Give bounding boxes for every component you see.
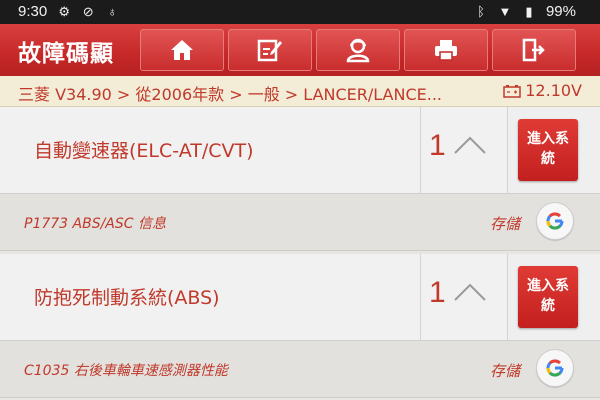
edit-report-icon (257, 39, 282, 62)
battery-icon: ▮ (525, 3, 533, 19)
breadcrumb: 三菱 V34.90 > 從2006年款 > 一般 > LANCER/LANCE.… (0, 76, 600, 107)
google-search-button[interactable] (536, 202, 574, 240)
dtc-code: C1035 右後車輪車速感測器性能 (24, 363, 228, 379)
enter-system-label-line2: 統 (541, 298, 555, 314)
screen: 9:30 ⚙ ⊘ ♁ ᛒ ▼ ▮ 99% 故障碼顯 三菱 V34.90 > 從2… (0, 0, 600, 400)
dtc-row: C1035 右後車輪車速感測器性能 存儲 (0, 341, 600, 398)
enter-system-label-line1: 進入系 (527, 278, 569, 294)
enter-system-button[interactable]: 進入系 統 (518, 266, 578, 328)
dtc-row: P1773 ABS/ASC 信息 存儲 (0, 194, 600, 251)
stethoscope-icon: ♁ (107, 3, 118, 19)
bluetooth-off-icon: ⊘ (82, 3, 94, 19)
settings-gear-icon: ⚙ (58, 3, 71, 19)
dtc-count: 1 (429, 276, 446, 309)
system-row: 防抱死制動系統(ABS) 1 進入系 統 (0, 254, 600, 341)
print-icon (435, 40, 457, 61)
status-bar: 9:30 ⚙ ⊘ ♁ ᛒ ▼ ▮ 99% (0, 0, 600, 24)
dtc-store-label[interactable]: 存儲 (490, 213, 520, 234)
enter-system-label-line2: 統 (541, 151, 555, 167)
google-icon (546, 359, 564, 377)
dtc-store-label[interactable]: 存儲 (490, 360, 520, 381)
voltage-readout: 12.10V (503, 81, 582, 100)
system-row: 自動變速器(ELC-AT/CVT) 1 進入系 統 (0, 107, 600, 194)
breadcrumb-path: 三菱 V34.90 > 從2006年款 > 一般 > LANCER/LANCE.… (18, 85, 443, 104)
exit-button[interactable] (492, 29, 576, 71)
system-name: 自動變速器(ELC-AT/CVT) (34, 140, 254, 162)
bluetooth-icon: ᛒ (477, 3, 485, 19)
system-name-cell: 防抱死制動系統(ABS) (0, 254, 421, 340)
clock: 9:30 (18, 3, 48, 20)
enter-system-button[interactable]: 進入系 統 (518, 119, 578, 181)
enter-system-label-line1: 進入系 (527, 131, 569, 147)
report-button[interactable] (228, 29, 312, 71)
home-icon (171, 40, 193, 60)
google-search-button[interactable] (536, 349, 574, 387)
print-button[interactable] (404, 29, 488, 71)
user-button[interactable] (316, 29, 400, 71)
system-name: 防抱死制動系統(ABS) (34, 287, 220, 309)
dtc-count-toggle[interactable]: 1 (421, 254, 508, 340)
chevron-up-icon (454, 283, 486, 301)
app-header: 故障碼顯 (0, 24, 600, 76)
dtc-code: P1773 ABS/ASC 信息 (24, 216, 166, 232)
dtc-count-toggle[interactable]: 1 (421, 107, 508, 193)
voltage-value: 12.10V (525, 81, 582, 100)
battery-level: 99% (545, 3, 576, 20)
dtc-count: 1 (429, 129, 446, 162)
exit-icon (522, 38, 545, 62)
chevron-up-icon (454, 136, 486, 154)
user-icon (346, 38, 370, 63)
wifi-icon: ▼ (498, 3, 512, 19)
google-icon (546, 212, 564, 230)
car-battery-icon (503, 84, 521, 98)
home-button[interactable] (140, 29, 224, 71)
page-title: 故障碼顯 (18, 41, 114, 67)
system-name-cell: 自動變速器(ELC-AT/CVT) (0, 107, 421, 193)
